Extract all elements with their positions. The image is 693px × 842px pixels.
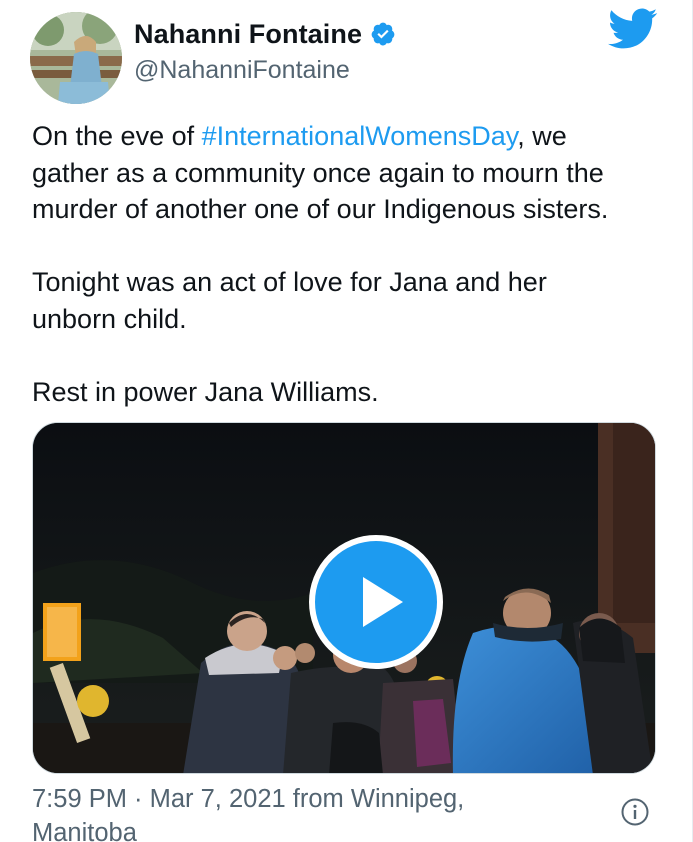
tweet-card: Nahanni Fontaine @NahanniFontaine On the… xyxy=(0,0,693,842)
tweet-text-line: murder of another one of our Indigenous … xyxy=(32,194,609,224)
play-icon xyxy=(363,577,403,627)
author-avatar[interactable] xyxy=(30,12,122,104)
info-icon[interactable] xyxy=(620,797,650,827)
tweet-text-line: gather as a community once again to mour… xyxy=(32,157,604,188)
author-name-row[interactable]: Nahanni Fontaine xyxy=(134,16,396,52)
tweet-text-segment: , we xyxy=(517,121,567,151)
tweet-text-line: unborn child. xyxy=(32,303,187,334)
hashtag-link[interactable]: #InternationalWomensDay xyxy=(202,121,518,151)
tweet-text-line: On the eve of #InternationalWomensDay, w… xyxy=(32,118,672,155)
author-handle[interactable]: @NahanniFontaine xyxy=(134,56,350,85)
tweet-text-segment: On the eve of xyxy=(32,121,202,151)
twitter-bird-icon[interactable] xyxy=(608,8,658,50)
tweet-text-line: Rest in power Jana Williams. xyxy=(32,376,379,407)
tweet-text: On the eve of #InternationalWomensDay, w… xyxy=(32,118,672,410)
verified-badge-icon xyxy=(370,21,396,47)
location-line[interactable]: Manitoba xyxy=(32,816,592,842)
tweet-text-line: Tonight was an act of love for Jana and … xyxy=(32,267,547,297)
play-button[interactable] xyxy=(309,535,443,669)
tweet-timestamp-location[interactable]: 7:59 PM · Mar 7, 2021 from Winnipeg, Man… xyxy=(32,782,592,842)
video-player[interactable] xyxy=(32,422,656,774)
timestamp-line[interactable]: 7:59 PM · Mar 7, 2021 from Winnipeg, xyxy=(32,782,592,816)
author-display-name[interactable]: Nahanni Fontaine xyxy=(134,19,362,50)
avatar-photo xyxy=(30,12,122,104)
